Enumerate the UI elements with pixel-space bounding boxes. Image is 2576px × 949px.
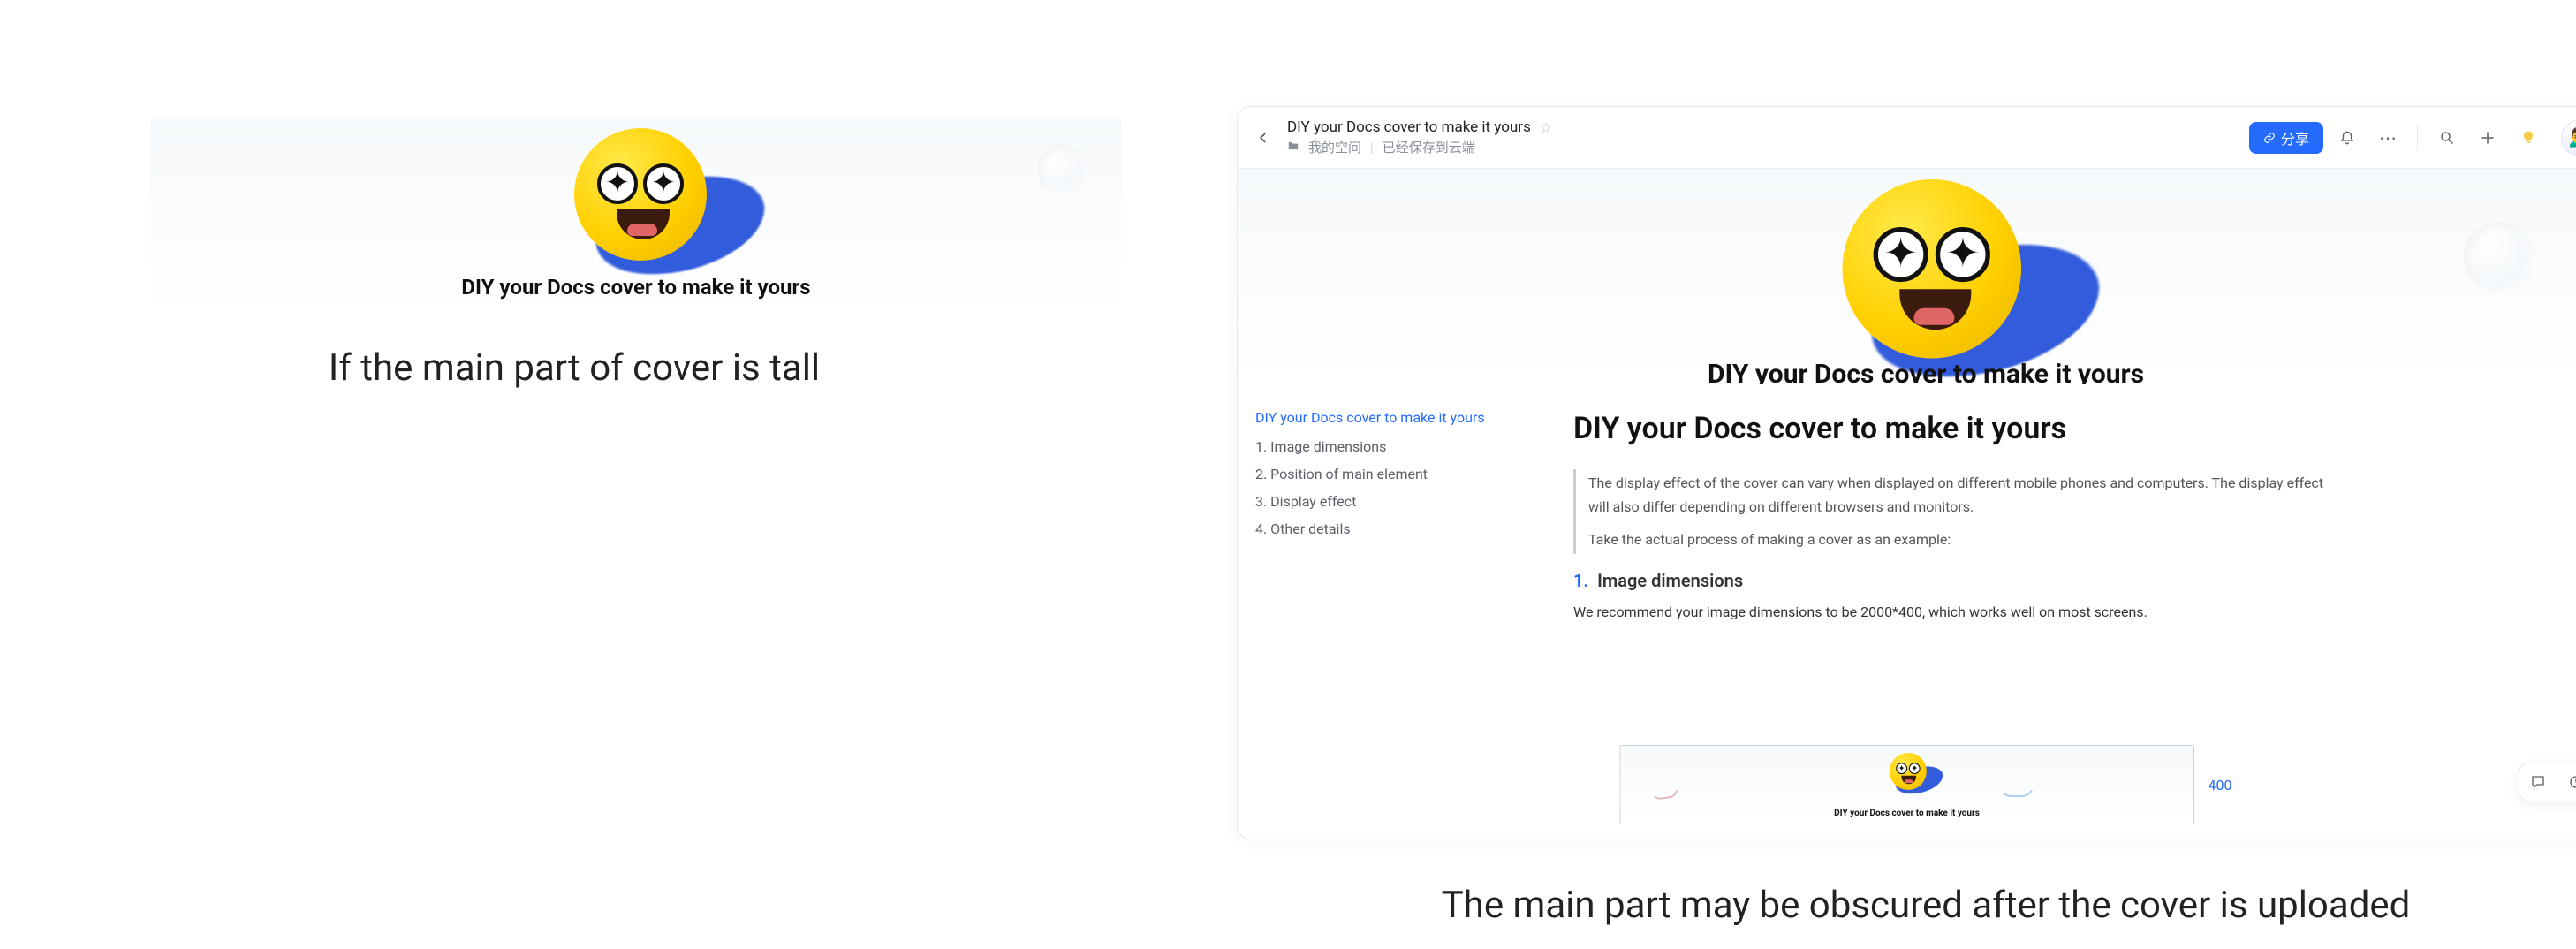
docs-app-window: DIY your Docs cover to make it yours ☆ 我… xyxy=(1237,106,2576,839)
emoji-illustration xyxy=(1807,179,2045,370)
folder-icon xyxy=(1287,140,1299,156)
floating-toolbar xyxy=(2519,763,2576,801)
share-button[interactable]: 分享 xyxy=(2249,122,2323,154)
breadcrumb-space[interactable]: 我的空间 xyxy=(1308,138,1361,156)
title-block: DIY your Docs cover to make it yours ☆ 我… xyxy=(1287,118,1552,156)
header-separator xyxy=(2417,125,2418,150)
user-avatar[interactable]: 🙍‍♂️ xyxy=(2561,120,2576,156)
quote-block: The display effect of the cover can vary… xyxy=(1573,469,2333,554)
clock-icon xyxy=(2568,774,2576,790)
outline-item[interactable]: 1. Image dimensions xyxy=(1255,438,1520,455)
search-button[interactable] xyxy=(2430,121,2464,155)
ellipsis-icon: ⋯ xyxy=(2379,127,2397,148)
doc-heading-1: DIY your Docs cover to make it yours xyxy=(1573,411,2333,446)
mini-cover-image: DIY your Docs cover to make it yours xyxy=(1620,745,2194,824)
mini-cover-text: DIY your Docs cover to make it yours xyxy=(1621,809,2193,818)
favorite-star-icon[interactable]: ☆ xyxy=(1540,119,1552,136)
add-button[interactable] xyxy=(2471,121,2504,155)
outline-item[interactable]: 3. Display effect xyxy=(1255,493,1520,510)
share-label: 分享 xyxy=(2281,127,2309,148)
tall-cover-image: DIY your Docs cover to make it yours xyxy=(150,119,1122,315)
outline-item[interactable]: 4. Other details xyxy=(1255,520,1520,537)
history-button[interactable] xyxy=(2557,763,2576,801)
app-header: DIY your Docs cover to make it yours ☆ 我… xyxy=(1238,107,2576,169)
dimension-label: 400 xyxy=(2209,777,2232,793)
section-heading: 1. Image dimensions xyxy=(1573,570,2333,591)
outline-doc-title[interactable]: DIY your Docs cover to make it yours xyxy=(1255,409,1520,426)
plus-icon xyxy=(2480,130,2496,146)
comment-icon xyxy=(2530,774,2546,790)
breadcrumb-divider: | xyxy=(1370,140,1374,156)
paragraph: We recommend your image dimensions to be… xyxy=(1573,600,2333,624)
bell-icon xyxy=(2339,130,2355,146)
chevron-left-icon xyxy=(1257,132,1269,144)
more-button[interactable]: ⋯ xyxy=(2371,121,2405,155)
link-icon xyxy=(2263,132,2276,144)
search-icon xyxy=(2439,130,2455,146)
doc-title: DIY your Docs cover to make it yours xyxy=(1287,118,1531,136)
emoji-illustration xyxy=(548,128,724,270)
bubble-decoration xyxy=(1037,144,1087,194)
right-caption: The main part may be obscured after the … xyxy=(1237,884,2576,927)
tips-button[interactable] xyxy=(2512,121,2545,155)
quote-line: The display effect of the cover can vary… xyxy=(1588,471,2333,519)
cover-title-cutoff: DIY your Docs cover to make it yours xyxy=(1238,359,2576,384)
left-example: DIY your Docs cover to make it yours If … xyxy=(0,0,1148,949)
outline-item[interactable]: 2. Position of main element xyxy=(1255,466,1520,482)
quote-line: Take the actual process of making a cove… xyxy=(1588,528,2333,551)
bubble-decoration xyxy=(2464,222,2534,292)
left-caption: If the main part of cover is tall xyxy=(0,346,1148,390)
cover-title-text: DIY your Docs cover to make it yours xyxy=(150,275,1122,300)
save-status: 已经保存到云端 xyxy=(1383,138,1475,156)
comment-button[interactable] xyxy=(2519,763,2557,801)
notifications-button[interactable] xyxy=(2330,121,2364,155)
outline-panel: DIY your Docs cover to make it yours 1. … xyxy=(1238,384,1538,839)
section-number: 1. xyxy=(1573,570,1588,591)
doc-cover-area[interactable]: DIY your Docs cover to make it yours xyxy=(1238,169,2576,384)
lightbulb-icon xyxy=(2519,129,2537,147)
section-title: Image dimensions xyxy=(1597,570,1743,591)
mini-cover-diagram: DIY your Docs cover to make it yours 400 xyxy=(1620,745,2232,824)
back-button[interactable] xyxy=(1250,125,1277,151)
